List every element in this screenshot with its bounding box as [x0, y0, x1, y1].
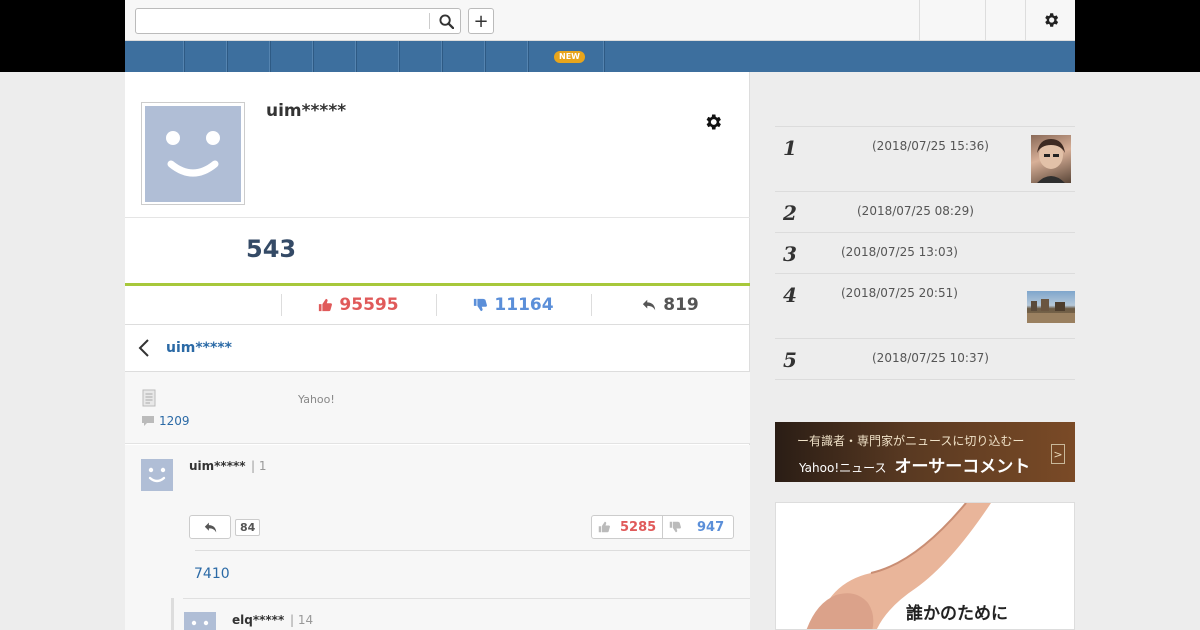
banner-tagline: ー有識者・専門家がニュースに切り込むー	[797, 434, 1025, 448]
thumbs-up-icon	[598, 521, 610, 533]
ranking-thumbnail	[1027, 291, 1075, 323]
nav-tab-2[interactable]	[185, 41, 228, 72]
comment-total-count: 543	[246, 235, 297, 263]
ranking-number: 3	[783, 242, 797, 266]
article-comment-count-value: 1209	[159, 414, 190, 428]
category-nav: NEW	[125, 41, 1075, 72]
article-card[interactable]: Yahoo! 1209	[125, 372, 750, 444]
dislike-button[interactable]: 947	[663, 516, 735, 538]
document-icon	[142, 389, 156, 411]
nav-tab-4[interactable]	[271, 41, 314, 72]
divider	[125, 217, 750, 218]
search-box	[135, 8, 461, 34]
divider	[183, 598, 750, 599]
thumbs-up-icon	[318, 298, 333, 312]
ranking-item[interactable]: 3 (2018/07/25 13:03)	[775, 232, 1075, 274]
banner-brand: Yahoo!ニュース	[799, 461, 887, 475]
ranking-date: (2018/07/25 10:37)	[872, 351, 989, 365]
likes-stat[interactable]: 95595	[281, 286, 436, 324]
comment-username[interactable]: uim*****	[189, 459, 246, 473]
profile-main: uim***** 543 95595 11164 819 uim***** Ya…	[125, 72, 750, 630]
ad-headline: 誰かのために	[906, 604, 1008, 624]
gear-icon	[706, 114, 721, 130]
ranking-date: (2018/07/25 08:29)	[857, 204, 974, 218]
like-count: 5285	[620, 519, 657, 535]
reply-username[interactable]: elq*****	[232, 613, 284, 627]
reply-rank: | 14	[290, 613, 314, 627]
chevron-left-icon	[138, 339, 149, 357]
ranking-date: (2018/07/25 15:36)	[872, 139, 989, 153]
ranking-number: 4	[783, 283, 797, 307]
vote-group: 5285 947	[591, 515, 734, 539]
advertisement[interactable]: 誰かのために	[775, 502, 1075, 630]
ranking-thumbnail	[1031, 135, 1071, 183]
like-button[interactable]: 5285	[592, 516, 662, 538]
nav-tab-5[interactable]	[314, 41, 357, 72]
speech-bubble-icon	[142, 416, 154, 426]
new-badge: NEW	[554, 51, 585, 63]
replies-value: 819	[663, 295, 699, 315]
thumbs-down-icon	[473, 298, 488, 312]
nav-tab-7[interactable]	[400, 41, 443, 72]
avatar-placeholder-icon	[145, 106, 241, 202]
search-divider	[429, 13, 430, 29]
back-username-link[interactable]: uim*****	[166, 340, 232, 356]
profile-avatar	[141, 102, 245, 205]
dislikes-stat[interactable]: 11164	[436, 286, 591, 324]
comment-item: uim***** | 1 84 5285 947 7410 elq***** |…	[125, 445, 750, 630]
settings-button[interactable]	[1025, 0, 1075, 40]
ranking-number: 1	[783, 136, 797, 160]
profile-settings-button[interactable]	[703, 112, 725, 134]
gear-icon	[1044, 13, 1058, 27]
comment-avatar	[141, 459, 173, 491]
nav-tab-new[interactable]: NEW	[529, 41, 605, 72]
likes-value: 95595	[339, 295, 399, 315]
reply-icon	[642, 298, 656, 312]
search-input[interactable]	[136, 9, 429, 33]
nav-tab-8[interactable]	[443, 41, 486, 72]
nav-tab-9[interactable]	[486, 41, 529, 72]
ranking-item[interactable]: 4 (2018/07/25 20:51)	[775, 273, 1075, 339]
nav-tab-3[interactable]	[228, 41, 271, 72]
nav-tab-6[interactable]	[357, 41, 400, 72]
divider	[195, 550, 750, 551]
thumbs-down-icon	[669, 521, 681, 533]
replies-stat[interactable]: 819	[591, 286, 750, 324]
show-replies-link[interactable]: 7410	[194, 566, 230, 582]
profile-username: uim*****	[266, 101, 347, 121]
reply-avatar	[184, 612, 216, 630]
comment-rank: | 1	[251, 459, 267, 473]
reply-button[interactable]	[189, 515, 231, 539]
ranking-item[interactable]: 5 (2018/07/25 10:37)	[775, 338, 1075, 380]
reply-count-badge: 84	[235, 519, 261, 536]
back-button[interactable]	[137, 338, 157, 358]
top-toolbar: +	[125, 0, 1075, 41]
reply-icon	[204, 522, 216, 532]
article-source: Yahoo!	[298, 393, 335, 406]
ranking-number: 5	[783, 348, 797, 372]
dislike-count: 947	[697, 519, 725, 535]
banner-title-text: オーサーコメント	[894, 457, 1031, 477]
article-comment-count[interactable]: 1209	[141, 414, 190, 428]
banner-title: Yahoo!ニュース オーサーコメント	[799, 452, 1030, 477]
ranking-date: (2018/07/25 13:03)	[841, 245, 958, 259]
ranking-item[interactable]: 1 (2018/07/25 15:36)	[775, 126, 1075, 192]
reply-thread-bar	[171, 598, 174, 630]
toolbar-slot-1[interactable]	[919, 0, 985, 40]
ranking-item[interactable]: 2 (2018/07/25 08:29)	[775, 191, 1075, 233]
search-button[interactable]	[432, 9, 460, 33]
search-icon	[438, 13, 454, 29]
ranking-date: (2018/07/25 20:51)	[841, 286, 958, 300]
back-row: uim*****	[125, 325, 750, 372]
nav-tab-1[interactable]	[125, 41, 185, 72]
ranking-number: 2	[783, 201, 797, 225]
dislikes-value: 11164	[494, 295, 554, 315]
author-comment-banner[interactable]: ー有識者・専門家がニュースに切り込むー Yahoo!ニュース オーサーコメント >	[775, 422, 1075, 482]
add-button[interactable]: +	[468, 8, 494, 34]
toolbar-slot-2[interactable]	[985, 0, 1025, 40]
chevron-right-icon: >	[1051, 444, 1065, 464]
